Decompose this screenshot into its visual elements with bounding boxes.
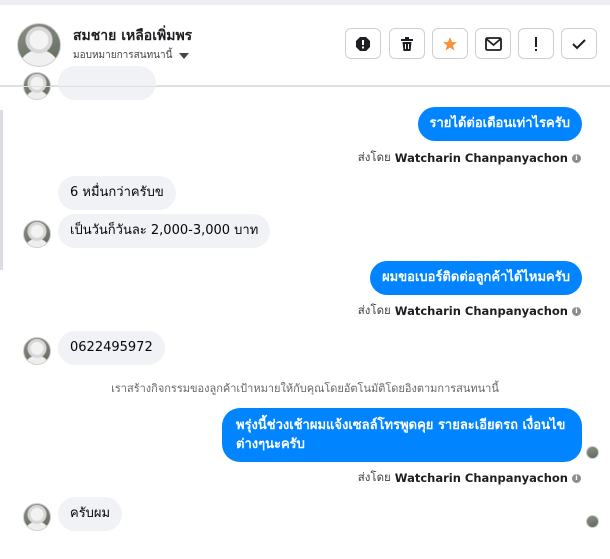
incoming-message-bubble: 6 หมื่นกว่าครับข [58,176,176,210]
info-icon[interactable]: i [572,153,581,163]
delete-button[interactable] [389,28,425,59]
caret-down-icon [179,52,190,59]
info-icon[interactable]: i [572,473,581,483]
exclamation-icon [535,36,537,51]
assign-label: มอบหมายการสนทนานี้ [73,50,173,61]
sent-by-prefix: ส่งโดย [357,150,391,164]
seen-avatar [586,446,599,459]
system-note: เราสร้างกิจกรรมของลูกค้าเป้าหมายให้กับคุ… [111,382,499,395]
star-icon [443,36,457,50]
incoming-message-bubble: 0622495972 [58,331,165,365]
contact-avatar-small [23,503,51,531]
exclamation-octagon-icon [356,36,370,51]
incoming-message-bubble: เป็นวันก็วันละ 2,000-3,000 บาท [58,214,271,248]
contact-avatar[interactable] [17,23,61,67]
mark-unread-button[interactable] [475,28,511,59]
sent-by-prefix: ส่งโดย [357,303,391,317]
outgoing-message-bubble: รายได้ต่อเดือนเท่าไรครับ [417,107,582,141]
sent-by-agent: Watcharin Chanpanyachon [394,471,568,485]
trash-icon [401,36,413,51]
assign-conversation-dropdown[interactable]: มอบหมายการสนทนานี้ [73,48,190,63]
sent-by-label: ส่งโดย Watcharin Chanpanyachon i [358,302,581,320]
sent-by-agent: Watcharin Chanpanyachon [394,151,568,165]
contact-name[interactable]: สมชาย เหลือเพิ่มพร [73,25,192,47]
follow-up-button[interactable] [518,28,554,59]
info-icon[interactable]: i [572,306,581,316]
outgoing-message-bubble: ผมขอเบอร์ติดต่อลูกค้าได้ไหมครับ [370,261,582,295]
outgoing-message-bubble: พรุ่งนี้ช่วงเช้าผมแจ้งเซลล์โทรพูดคุย ราย… [222,408,582,462]
spam-button[interactable] [345,28,381,59]
sent-by-label: ส่งโดย Watcharin Chanpanyachon i [358,149,581,167]
envelope-icon [484,36,502,51]
star-button[interactable] [432,28,468,59]
outgoing-message-line: ต่างๆนะครับ [236,437,305,452]
incoming-message-bubble: ครับผม [58,497,123,531]
incoming-message-bubble [58,66,156,100]
outgoing-message-line: พรุ่งนี้ช่วงเช้าผมแจ้งเซลล์โทรพูดคุย ราย… [236,418,566,433]
sent-by-label: ส่งโดย Watcharin Chanpanyachon i [358,469,581,487]
header-divider [0,86,610,87]
contact-avatar-small [23,337,51,365]
contact-avatar-small [23,220,51,248]
sent-by-agent: Watcharin Chanpanyachon [394,304,568,318]
checkmark-icon [572,38,586,49]
mark-done-button[interactable] [561,28,597,59]
seen-avatar [586,515,599,528]
sent-by-prefix: ส่งโดย [357,470,391,484]
scrollbar-track[interactable] [0,110,3,270]
